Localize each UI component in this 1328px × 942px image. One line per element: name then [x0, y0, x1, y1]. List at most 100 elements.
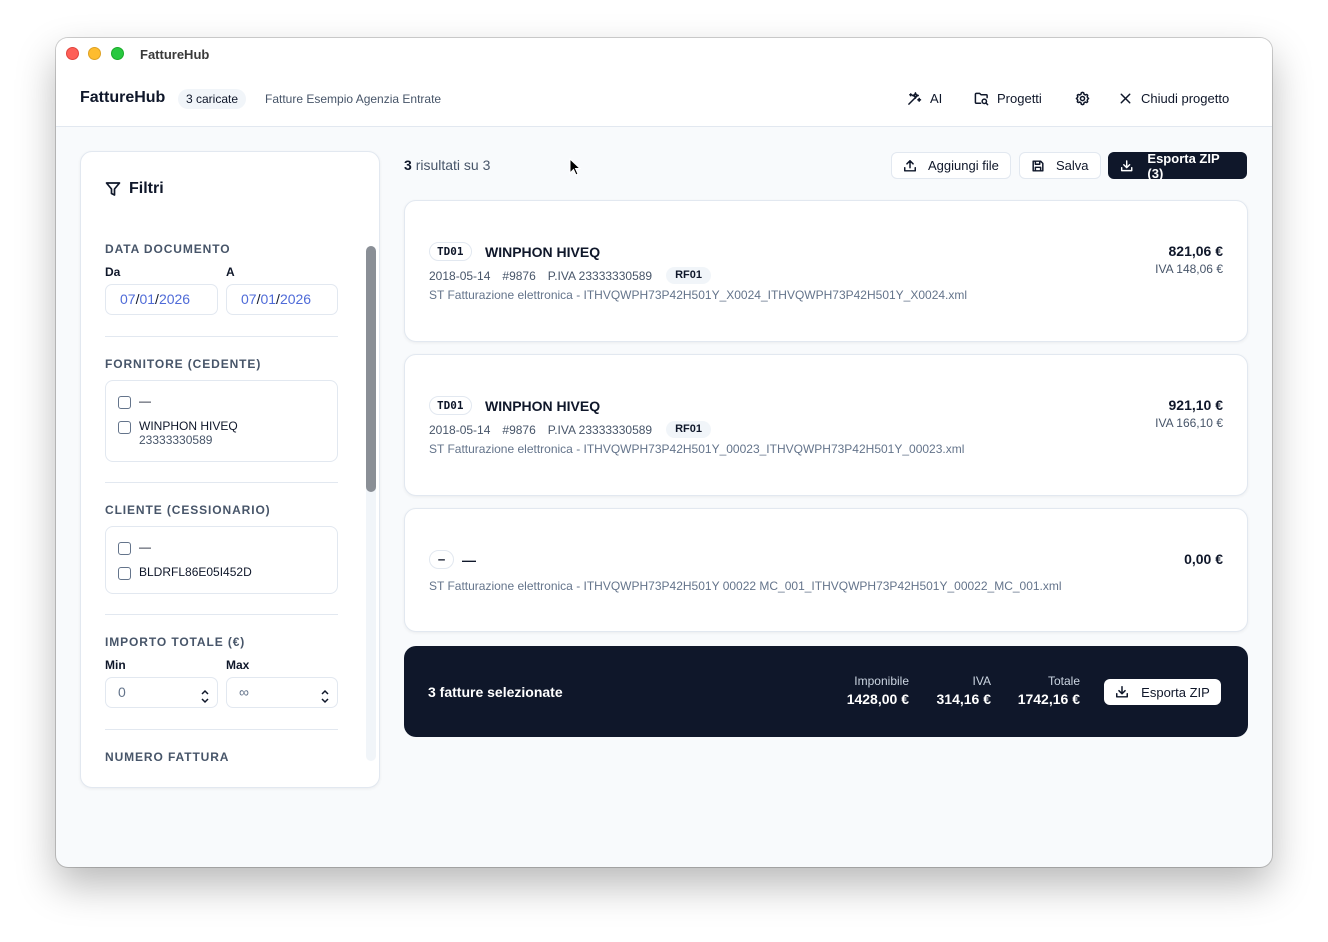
- client-option[interactable]: —: [118, 540, 151, 555]
- client-option[interactable]: BLDRFL86E05I452D: [118, 565, 252, 580]
- taxable-total: Imponibile 1428,00 €: [847, 674, 909, 707]
- divider: [105, 336, 338, 337]
- invoice-number: #9876: [502, 268, 536, 283]
- invoice-number: #9876: [502, 422, 536, 437]
- save-button[interactable]: Salva: [1019, 152, 1101, 179]
- supplier-option[interactable]: WINPHON HIVEQ 23333330589: [118, 419, 238, 447]
- client-options: — BLDRFL86E05I452D: [105, 526, 338, 594]
- date-from-month[interactable]: 01: [139, 291, 155, 307]
- supplier-options: — WINPHON HIVEQ 23333330589: [105, 380, 338, 462]
- total-value: 1742,16 €: [1017, 691, 1080, 707]
- invoice-amount: 821,06 €: [1168, 243, 1224, 259]
- invoice-date: 2018-05-14: [429, 422, 491, 437]
- vat-total: IVA 314,16 €: [937, 674, 992, 707]
- result-count: 3 risultati su 3: [404, 157, 490, 173]
- settings-button[interactable]: [1075, 87, 1090, 109]
- save-label: Salva: [1056, 158, 1089, 173]
- amount-max-label: Max: [226, 658, 250, 672]
- summary-export-zip-button[interactable]: Esporta ZIP: [1104, 679, 1221, 705]
- invoice-card[interactable]: – — ST Fatturazione elettronica - ITHVQW…: [404, 508, 1248, 632]
- invoice-vat: IVA 148,06 €: [1155, 262, 1223, 276]
- supplier-option[interactable]: —: [118, 394, 151, 409]
- document-type-badge: TD01: [429, 396, 472, 415]
- taxable-value: 1428,00 €: [846, 691, 909, 707]
- date-to-label: A: [226, 265, 235, 279]
- project-name: Fatture Esempio Agenzia Entrate: [265, 92, 442, 106]
- close-project-button[interactable]: Chiudi progetto: [1118, 87, 1229, 109]
- add-files-label: Aggiungi file: [928, 158, 999, 173]
- number-section-title: NUMERO FATTURA: [105, 750, 230, 764]
- zoom-window-button[interactable]: [111, 47, 124, 60]
- date-to-input[interactable]: 07/01/2026: [226, 284, 338, 315]
- supplier-option-label: —: [139, 394, 151, 408]
- client-option-label: —: [139, 540, 151, 554]
- divider: [105, 614, 338, 615]
- mouse-cursor-icon: [569, 158, 581, 176]
- divider: [105, 482, 338, 483]
- export-zip-label: Esporta ZIP (3): [1147, 150, 1220, 181]
- download-icon: [1120, 159, 1133, 171]
- summary-export-label: Esporta ZIP: [1141, 684, 1210, 700]
- date-from-label: Da: [105, 265, 121, 279]
- app-header: FattureHub 3 caricate Fatture Esempio Ag…: [56, 70, 1272, 127]
- number-stepper[interactable]: [201, 685, 209, 704]
- client-option-label: BLDRFL86E05I452D: [139, 565, 252, 579]
- window-title: FattureHub: [140, 47, 210, 62]
- projects-label: Progetti: [997, 90, 1042, 106]
- date-from-day[interactable]: 07: [120, 291, 136, 307]
- minimize-window-button[interactable]: [88, 47, 101, 60]
- date-to-month[interactable]: 01: [260, 291, 276, 307]
- invoice-date: 2018-05-14: [429, 268, 491, 283]
- folder-search-icon: [974, 92, 989, 105]
- checkbox[interactable]: [118, 567, 131, 580]
- amount-section-title: IMPORTO TOTALE (€): [105, 635, 246, 649]
- selection-count: 3 fatture selezionate: [428, 684, 563, 700]
- filters-scrollbar-thumb[interactable]: [366, 246, 376, 492]
- brand-name: FattureHub: [80, 89, 166, 106]
- gear-icon: [1075, 91, 1090, 105]
- projects-button[interactable]: Progetti: [974, 87, 1042, 109]
- amount-min-placeholder: 0: [118, 684, 126, 700]
- ai-button[interactable]: AI: [907, 87, 942, 109]
- supplier-vat-id: P.IVA 23333330589: [547, 268, 653, 283]
- checkbox[interactable]: [118, 421, 131, 434]
- number-stepper[interactable]: [321, 685, 329, 704]
- date-to-year[interactable]: 2026: [280, 291, 311, 307]
- selection-summary: 3 fatture selezionate Imponibile 1428,00…: [404, 646, 1248, 737]
- supplier-name: WINPHON HIVEQ: [485, 244, 601, 260]
- add-files-button[interactable]: Aggiungi file: [891, 152, 1011, 179]
- invoice-file-name: ST Fatturazione elettronica - ITHVQWPH73…: [429, 442, 965, 456]
- amount-max-input[interactable]: ∞: [226, 677, 338, 708]
- checkbox[interactable]: [118, 396, 131, 409]
- ai-label: AI: [930, 90, 943, 106]
- stepper-arrows-icon: [201, 689, 209, 704]
- total-label: Totale: [1047, 674, 1080, 688]
- document-type-badge: TD01: [429, 242, 472, 261]
- supplier-option-vat: 23333330589: [139, 433, 213, 447]
- supplier-vat-id: P.IVA 23333330589: [547, 422, 653, 437]
- checkbox[interactable]: [118, 542, 131, 555]
- close-window-button[interactable]: [66, 47, 79, 60]
- date-section-title: DATA DOCUMENTO: [105, 242, 231, 256]
- amount-min-label: Min: [105, 658, 126, 672]
- amount-min-input[interactable]: 0: [105, 677, 218, 708]
- date-from-input[interactable]: 07/01/2026: [105, 284, 218, 315]
- export-zip-button[interactable]: Esporta ZIP (3): [1108, 150, 1247, 181]
- invoice-card[interactable]: TD01 WINPHON HIVEQ 2018-05-14 #9876 P.IV…: [404, 354, 1248, 496]
- date-to-day[interactable]: 07: [241, 291, 257, 307]
- download-icon: [1116, 686, 1129, 698]
- invoice-file-name: ST Fatturazione elettronica - ITHVQWPH73…: [429, 288, 968, 302]
- filter-icon: [105, 182, 121, 196]
- date-from-year[interactable]: 2026: [159, 291, 190, 307]
- sparkles-icon: [908, 91, 922, 105]
- close-icon: [1120, 93, 1131, 103]
- filters-heading: Filtri: [105, 180, 164, 198]
- invoice-card[interactable]: TD01 WINPHON HIVEQ 2018-05-14 #9876 P.IV…: [404, 200, 1248, 342]
- supplier-section-title: FORNITORE (CEDENTE): [105, 357, 262, 371]
- title-bar: FattureHub: [56, 38, 1272, 70]
- result-count-number: 3: [404, 157, 412, 173]
- invoice-amount: 0,00 €: [1184, 551, 1223, 567]
- app-window: FattureHub FattureHub 3 caricate Fatture…: [56, 38, 1272, 867]
- supplier-option-label: WINPHON HIVEQ: [139, 419, 238, 433]
- vat-label: IVA: [972, 674, 991, 688]
